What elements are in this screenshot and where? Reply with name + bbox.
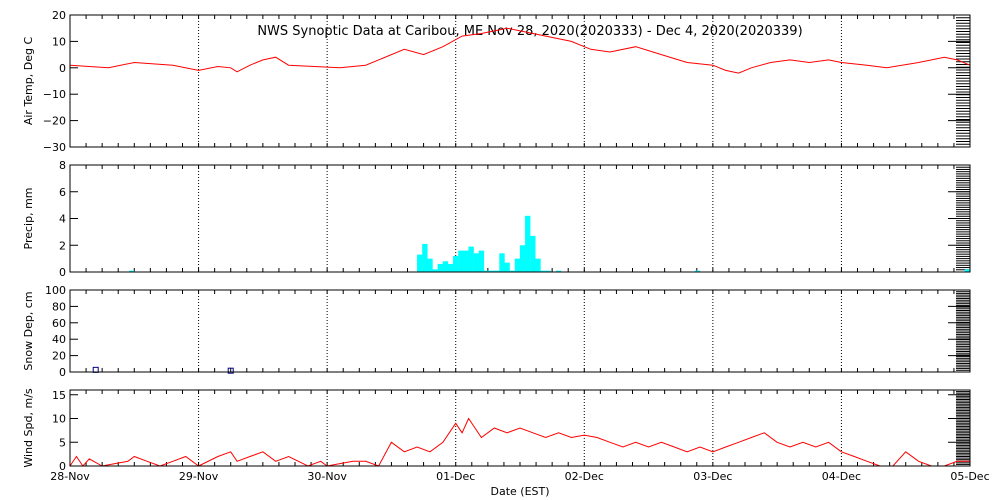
y-tick-label: 10 bbox=[52, 35, 66, 48]
x-tick-label: 04-Dec bbox=[822, 470, 861, 483]
x-tick-label: 05-Dec bbox=[950, 470, 989, 483]
y-tick-label: 100 bbox=[45, 284, 66, 297]
y-tick-label: 10 bbox=[52, 413, 66, 426]
precip-bar bbox=[514, 258, 521, 272]
y-tick-label: 0 bbox=[59, 62, 66, 75]
precip-bar bbox=[525, 215, 531, 272]
y-axis-label: Air Temp, Deg C bbox=[22, 37, 35, 126]
precip-bar bbox=[417, 254, 423, 272]
y-tick-label: 0 bbox=[59, 366, 66, 379]
panel-2: 0 2 4 6 8 Precip, mm bbox=[22, 159, 971, 279]
x-tick-label: 30-Nov bbox=[307, 470, 347, 483]
y-axis-label: Snow Dep, cm bbox=[22, 291, 35, 370]
series-line bbox=[69, 417, 970, 467]
y-tick-label: 80 bbox=[52, 300, 66, 313]
x-tick-label: 28-Nov bbox=[50, 470, 90, 483]
y-tick-label: 40 bbox=[52, 333, 66, 346]
precip-bar bbox=[478, 250, 485, 272]
x-tick-label: 03-Dec bbox=[693, 470, 732, 483]
panel-3: 0 20 40 60 80 100 Snow Dep, cm bbox=[22, 284, 971, 379]
precip-bar bbox=[458, 250, 464, 272]
precip-bar bbox=[473, 253, 479, 272]
precip-bar bbox=[437, 263, 443, 272]
y-tick-label: −10 bbox=[43, 88, 66, 101]
y-tick-label: 5 bbox=[59, 436, 66, 449]
y-axis-label: Wind Spd, m/s bbox=[22, 388, 35, 468]
panel-1: −30 −20 −10 0 10 20 Air Temp, Deg C bbox=[22, 9, 971, 154]
panels-layer: −30 −20 −10 0 10 20 Air Temp, Deg C 0 2 4 6 8 Precip… bbox=[22, 9, 990, 483]
y-tick-label: 60 bbox=[52, 317, 66, 330]
panel-4: 051015Wind Spd, m/s28-Nov 29-Nov 30-Nov 01-… bbox=[22, 388, 990, 483]
precip-bar bbox=[468, 246, 474, 272]
precip-bar bbox=[530, 235, 536, 272]
precip-bar bbox=[447, 263, 454, 272]
precip-bar bbox=[535, 258, 541, 272]
precip-bar bbox=[519, 245, 526, 272]
y-tick-label: 0 bbox=[59, 266, 66, 279]
y-axis-label: Precip, mm bbox=[22, 188, 35, 250]
precip-bar bbox=[442, 261, 449, 272]
y-tick-label: 20 bbox=[52, 9, 66, 22]
panel-frame bbox=[69, 289, 971, 373]
precip-bar bbox=[463, 250, 469, 272]
y-tick-label: −20 bbox=[43, 115, 66, 128]
y-tick-label: 6 bbox=[59, 186, 66, 199]
synoptic-chart: NWS Synoptic Data at Caribou, ME Nov 28,… bbox=[22, 9, 990, 498]
y-tick-label: −30 bbox=[43, 141, 66, 154]
y-tick-label: 8 bbox=[59, 159, 66, 172]
y-tick-label: 15 bbox=[52, 389, 66, 402]
chart-title: NWS Synoptic Data at Caribou, ME Nov 28,… bbox=[257, 24, 802, 39]
x-tick-label: 29-Nov bbox=[179, 470, 219, 483]
y-tick-label: 4 bbox=[59, 213, 66, 226]
x-tick-label: 02-Dec bbox=[565, 470, 604, 483]
precip-bar bbox=[499, 253, 505, 272]
precip-bar bbox=[453, 255, 459, 272]
y-tick-label: 2 bbox=[59, 239, 66, 252]
precip-bar bbox=[422, 243, 428, 272]
x-tick-label: 01-Dec bbox=[436, 470, 475, 483]
precip-bar bbox=[504, 262, 510, 272]
precip-bar bbox=[427, 258, 433, 272]
x-axis-label: Date (EST) bbox=[490, 485, 549, 498]
y-tick-label: 20 bbox=[52, 350, 66, 363]
